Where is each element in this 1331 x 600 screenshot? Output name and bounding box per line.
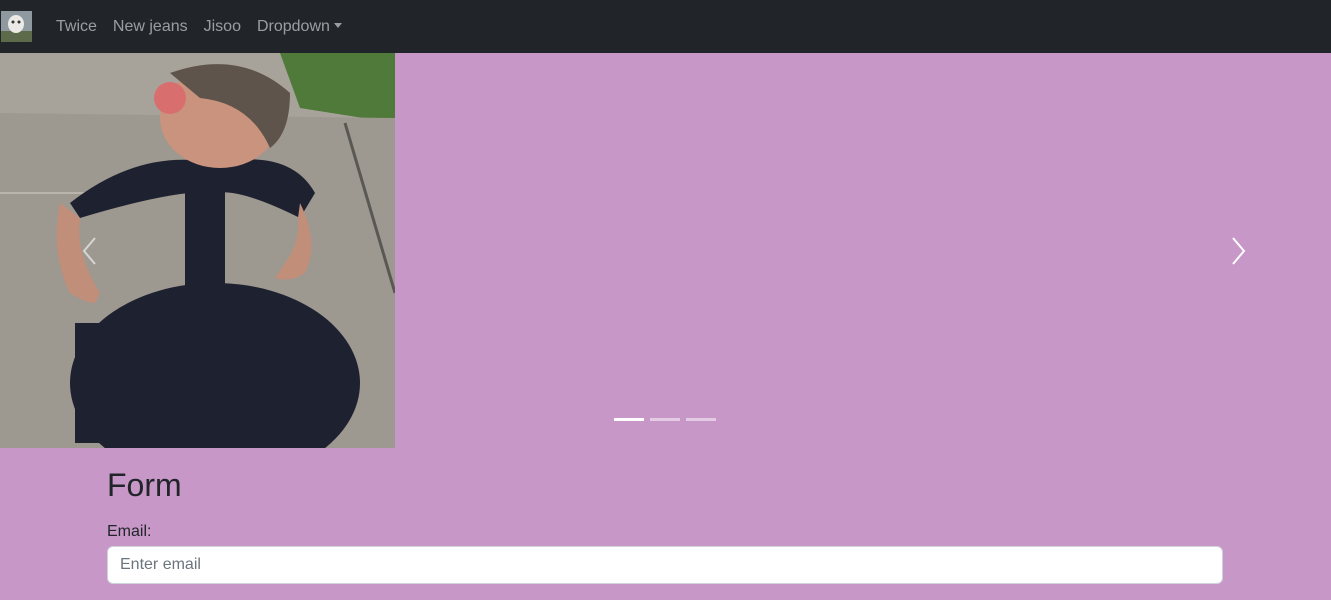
image-carousel [0, 53, 1331, 448]
nav-link-twice[interactable]: Twice [56, 18, 97, 36]
nav-link-new-jeans[interactable]: New jeans [113, 18, 188, 36]
brand-logo-icon[interactable] [1, 11, 32, 42]
carousel-indicator-1[interactable] [614, 418, 644, 421]
nav-dropdown-toggle[interactable]: Dropdown [257, 18, 342, 36]
email-label: Email: [107, 523, 152, 540]
carousel-indicators [614, 418, 716, 421]
email-input[interactable] [107, 546, 1223, 584]
carousel-indicator-3[interactable] [686, 418, 716, 421]
navbar: Twice New jeans Jisoo Dropdown [0, 0, 1331, 53]
carousel-indicator-2[interactable] [650, 418, 680, 421]
form-title: Form [107, 467, 182, 503]
form-section: Form Email: [107, 448, 1223, 584]
carousel-prev-button[interactable] [60, 53, 120, 448]
chevron-left-icon [82, 237, 96, 265]
carousel-next-button[interactable] [1208, 53, 1268, 448]
nav-link-jisoo[interactable]: Jisoo [204, 18, 241, 36]
chevron-right-icon [1232, 237, 1246, 265]
